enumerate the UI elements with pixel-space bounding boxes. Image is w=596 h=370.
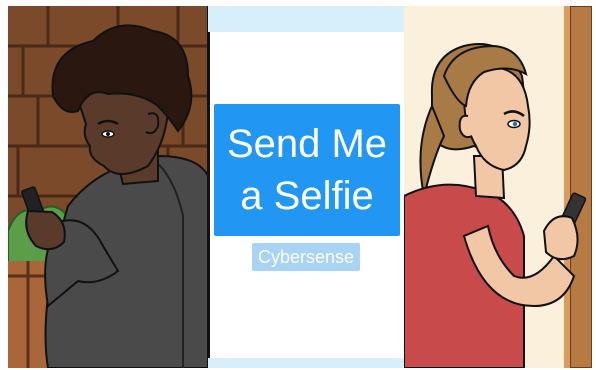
top-light-bar [208, 6, 404, 32]
bottom-light-bar [208, 358, 404, 368]
title-line-2: a Selfie [240, 174, 374, 218]
title-line-1: Send Me [226, 122, 388, 166]
woman-texting-illustration [404, 6, 592, 368]
title-card-panel: Send Me a Selfie Cybersense [208, 6, 404, 368]
thumbnail-frame: Send Me a Selfie Cybersense [8, 6, 592, 368]
left-illustration-panel [8, 6, 208, 368]
boy-texting-illustration [8, 6, 208, 368]
right-illustration-panel [404, 6, 592, 368]
cybersense-badge: Cybersense [252, 243, 360, 271]
title-box: Send Me a Selfie [214, 104, 400, 236]
